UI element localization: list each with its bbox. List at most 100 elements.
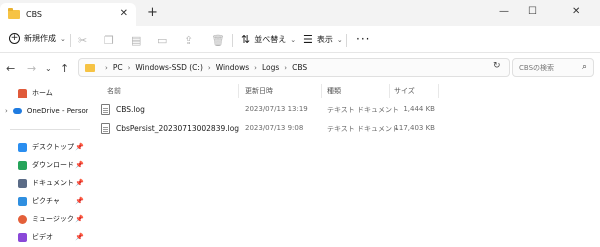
pin-icon: 📌 [75,233,84,241]
view-label: 表示 [316,35,333,44]
column-header-size[interactable]: サイズ [394,86,415,96]
close-window-button[interactable]: ✕ [572,6,580,17]
back-arrow-icon[interactable]: ← [6,62,15,75]
maximize-button[interactable]: ☐ [528,6,537,17]
tab-title: CBS [26,10,43,19]
divider [346,34,347,47]
pin-icon: 📌 [75,179,84,187]
folder-icon [8,8,20,19]
breadcrumb-separator-icon: › [207,63,211,72]
sidebar-item-label: ピクチャ [32,197,60,205]
new-tab-button[interactable]: + [147,6,158,19]
pin-icon: 📌 [75,197,84,205]
column-header-date[interactable]: 更新日時 [245,86,273,96]
sidebar-item-onedrive[interactable]: › OneDrive - Persona [0,102,88,120]
sort-icon: ⇅ [241,33,251,46]
chevron-down-icon: ⌄ [336,35,343,44]
video-icon [18,232,27,242]
sidebar-item-music[interactable]: ミュージック 📌 [0,210,88,228]
search-icon: ⌕ [581,62,587,72]
sidebar-item-label: OneDrive - Persona [26,107,88,115]
recent-chevron-icon[interactable]: ⌄ [45,64,52,73]
breadcrumb-cbs[interactable]: CBS [292,63,307,72]
file-size: 117,403 KB [394,124,435,132]
folder-icon [85,63,95,72]
sidebar-divider [10,129,80,130]
tab-cbs[interactable]: CBS ✕ [0,3,136,26]
home-icon [18,88,27,98]
sidebar-item-downloads[interactable]: ダウンロード 📌 [0,156,88,174]
text-file-icon [101,123,110,134]
breadcrumb-separator-icon: › [284,63,288,72]
column-header-type[interactable]: 種類 [327,86,341,96]
sidebar-item-label: ミュージック [32,215,74,223]
command-bar: + 新規作成 ⌄ ✂ ❐ ▤ ▭ ⇪ 🗑 ⇅ 並べ替え ⌄ ☰ 表示 ⌄ ··· [0,26,600,53]
search-placeholder: CBSの検索 [519,63,555,72]
rename-icon[interactable]: ▭ [157,34,167,47]
sort-label: 並べ替え [254,35,287,44]
minimize-button[interactable]: — [499,6,509,17]
column-divider[interactable] [389,84,390,98]
sidebar-item-pictures[interactable]: ピクチャ 📌 [0,192,88,210]
document-icon [18,178,27,188]
paste-icon[interactable]: ▤ [131,34,141,47]
table-row[interactable]: CBS.log 2023/07/13 13:19 テキスト ドキュメント 1,4… [94,101,594,118]
refresh-icon[interactable]: ↻ [493,61,501,71]
picture-icon [18,196,27,206]
sidebar-item-videos[interactable]: ビデオ 📌 [0,228,88,246]
music-icon [18,214,27,224]
file-name: CbsPersist_20230713002839.log [116,124,240,133]
table-row[interactable]: CbsPersist_20230713002839.log 2023/07/13… [94,120,594,137]
breadcrumb-separator-icon: › [105,63,108,72]
file-type: テキスト ドキュメント [327,125,400,133]
sort-button[interactable]: ⇅ 並べ替え ⌄ [241,33,296,46]
sidebar-item-label: ダウンロード [32,161,74,169]
breadcrumb-windows[interactable]: Windows [216,63,249,72]
chevron-down-icon: ⌄ [60,34,66,43]
expand-chevron-icon[interactable]: › [5,107,8,115]
breadcrumb-logs[interactable]: Logs [262,63,279,72]
column-divider[interactable] [238,84,239,98]
navigation-pane: ホーム › OneDrive - Persona デスクトップ 📌 ダウンロード… [0,82,88,247]
view-button[interactable]: ☰ 表示 ⌄ [303,33,343,46]
sidebar-item-home[interactable]: ホーム [0,84,88,102]
delete-icon[interactable]: 🗑 [211,34,225,47]
file-size: 1,444 KB [403,105,435,113]
plus-icon: + [9,33,20,44]
divider [232,34,233,47]
pin-icon: 📌 [75,161,84,169]
breadcrumb-pc[interactable]: PC [113,63,123,72]
file-list: 名前 更新日時 種類 サイズ CBS.log 2023/07/13 13:19 … [88,82,600,247]
search-input[interactable]: CBSの検索 ⌕ [512,58,594,77]
up-arrow-icon[interactable]: ↑ [60,62,69,75]
divider [70,34,71,47]
share-icon[interactable]: ⇪ [184,34,193,47]
new-label: 新規作成 [24,34,56,43]
sidebar-item-desktop[interactable]: デスクトップ 📌 [0,138,88,156]
close-tab-icon[interactable]: ✕ [120,8,128,19]
breadcrumb-drive[interactable]: Windows-SSD (C:) [135,63,202,72]
address-bar[interactable]: › PC › Windows-SSD (C:) › Windows › Logs… [78,58,510,77]
breadcrumb-separator-icon: › [127,63,131,72]
new-button[interactable]: + 新規作成 ⌄ [9,33,66,44]
pin-icon: 📌 [75,215,84,223]
cut-icon[interactable]: ✂ [78,34,87,47]
sidebar-item-label: ビデオ [32,233,53,241]
pin-icon: 📌 [75,143,84,151]
column-divider[interactable] [438,84,439,98]
cloud-icon [12,108,22,114]
file-date: 2023/07/13 13:19 [245,105,308,113]
title-bar: CBS ✕ + — ☐ ✕ [0,0,600,26]
file-name: CBS.log [116,105,145,114]
breadcrumb-separator-icon: › [254,63,257,72]
column-divider[interactable] [321,84,322,98]
copy-icon[interactable]: ❐ [104,34,114,47]
text-file-icon [101,104,110,115]
sidebar-item-label: デスクトップ [32,143,74,151]
chevron-down-icon: ⌄ [290,35,297,44]
sidebar-item-documents[interactable]: ドキュメント 📌 [0,174,88,192]
forward-arrow-icon[interactable]: → [27,62,36,75]
more-options-button[interactable]: ··· [356,32,370,46]
column-header-name[interactable]: 名前 [107,86,121,96]
view-icon: ☰ [303,33,313,46]
